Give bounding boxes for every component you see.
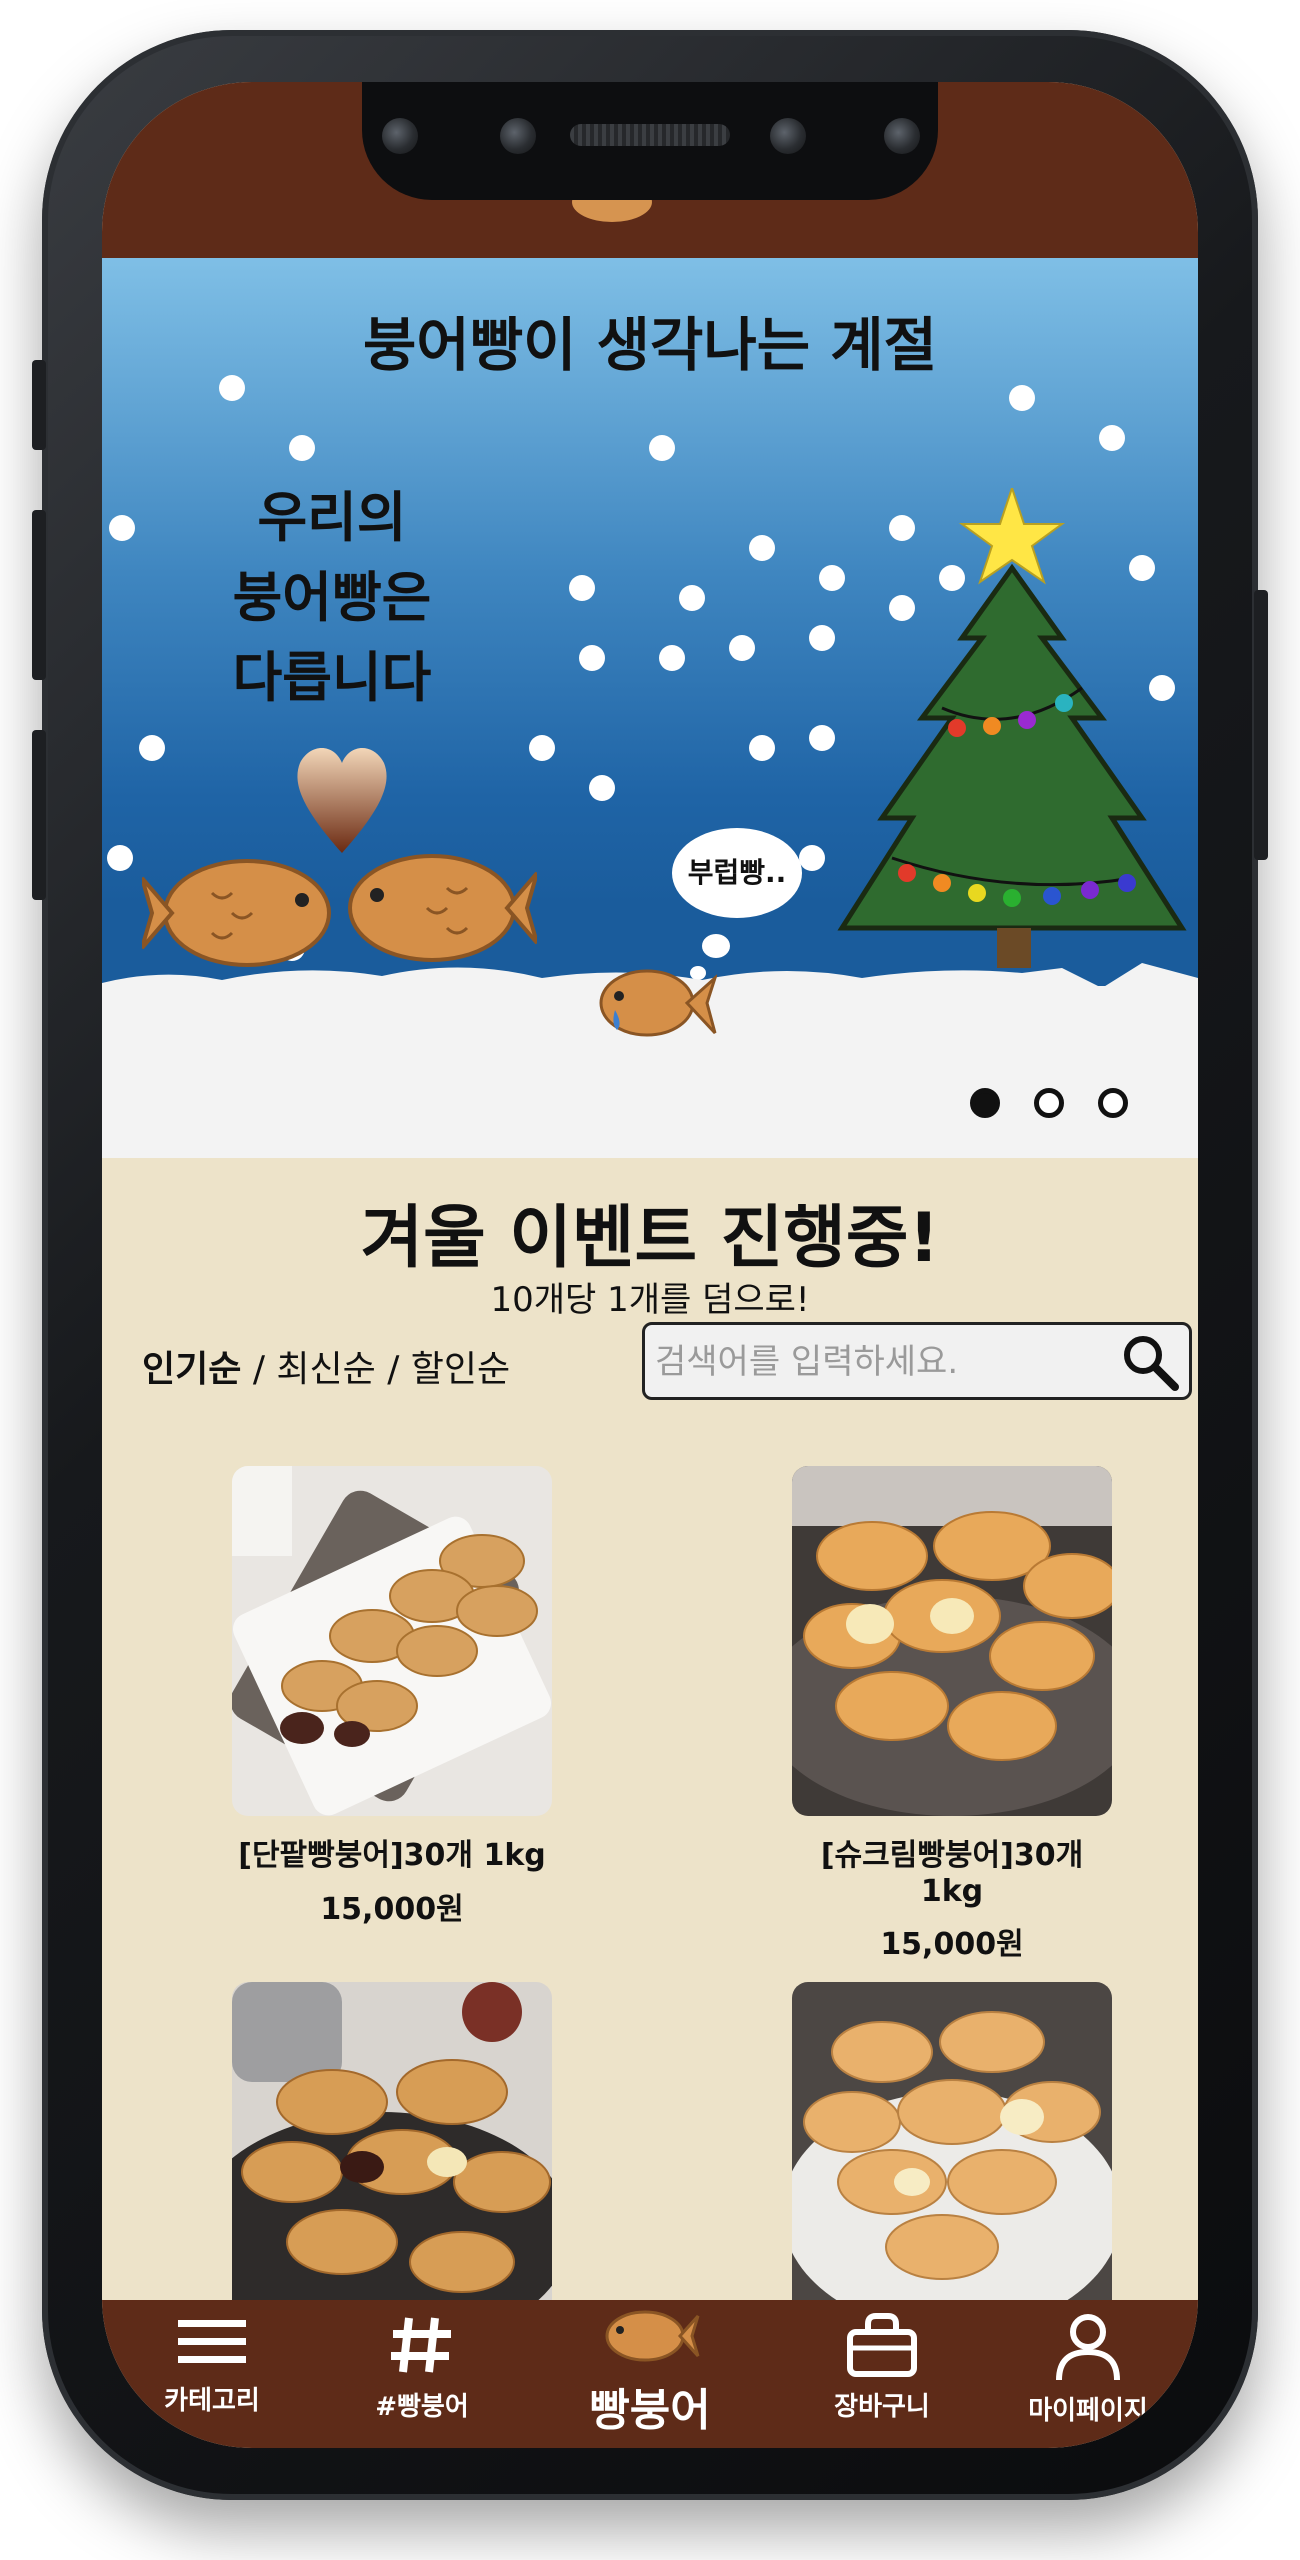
banner-slogan: 우리의 붕어빵은 다릅니다 xyxy=(232,486,432,709)
search-icon[interactable] xyxy=(1119,1331,1181,1393)
sort-discount-link[interactable]: 할인순 xyxy=(411,1349,510,1390)
bungeoppang-fish-icon xyxy=(348,854,537,962)
user-icon xyxy=(1056,2314,1120,2381)
phone-volume-down-button xyxy=(32,730,46,900)
product-price: 15,000원 xyxy=(320,1892,464,1927)
product-name[interactable]: [단팥빵붕어]30개 1kg xyxy=(232,1830,552,1874)
nav-category-button[interactable]: 카테고리 xyxy=(122,2312,302,2417)
event-subtitle: 10개당 1개를 덤으로! xyxy=(490,1280,810,1320)
product-image[interactable] xyxy=(792,1466,1112,1816)
heart-icon xyxy=(297,748,387,853)
nav-mypage-button[interactable]: 마이페이지 xyxy=(998,2312,1178,2427)
product-card[interactable]: [슈크림빵붕어]30개 1kg 15,000원 xyxy=(792,1466,1112,1963)
camera-icon xyxy=(770,118,806,154)
thought-bubble: 부럽빵.. xyxy=(672,828,802,918)
nav-cart-label: 장바구니 xyxy=(834,2392,930,2422)
banner-dot-1[interactable] xyxy=(970,1088,1000,1118)
banner-title: 붕어빵이 생각나는 계절 xyxy=(363,311,937,379)
hashtag-icon xyxy=(391,2317,451,2373)
speaker-grille xyxy=(570,124,730,146)
hamburger-menu-icon xyxy=(178,2320,246,2363)
product-name[interactable]: [슈크림빵붕어]30개 1kg xyxy=(792,1830,1112,1909)
camera-icon xyxy=(500,118,536,154)
bottom-navigation: 카테고리 #빵붕어 빵붕어 장바구니 마이페이지 xyxy=(102,2300,1198,2448)
sort-newest-link[interactable]: 최신순 xyxy=(276,1349,375,1390)
fish-logo-icon xyxy=(605,2310,700,2362)
small-fish-icon xyxy=(599,969,717,1037)
thought-bubble-dot xyxy=(702,934,730,958)
nav-hashtag-button[interactable]: #빵붕어 xyxy=(332,2312,512,2423)
banner-dot-3[interactable] xyxy=(1098,1088,1128,1118)
promo-banner[interactable]: 붕어빵이 생각나는 계절 우리의 붕어빵은 다릅니다 부럽빵.. xyxy=(102,258,1198,1158)
phone-power-button xyxy=(1254,590,1268,860)
nav-home-button[interactable]: 빵붕어 xyxy=(560,2306,740,2438)
nav-home-label: 빵붕어 xyxy=(589,2385,711,2436)
camera-icon xyxy=(382,118,418,154)
search-input[interactable] xyxy=(653,1333,1117,1391)
product-card[interactable]: [단팥빵붕어]30개 1kg 15,000원 xyxy=(232,1466,552,1928)
phone-notch xyxy=(362,82,938,200)
product-image[interactable] xyxy=(232,1982,552,2332)
phone-frame: 붕어빵이 생각나는 계절 우리의 붕어빵은 다릅니다 부럽빵.. 겨울 이벤트 … xyxy=(32,30,1268,2500)
phone-side-button xyxy=(32,360,46,450)
banner-dot-2[interactable] xyxy=(1034,1088,1064,1118)
nav-category-label: 카테고리 xyxy=(164,2386,260,2416)
event-title: 겨울 이벤트 진행중! xyxy=(360,1199,940,1278)
nav-hashtag-label: #빵붕어 xyxy=(375,2392,469,2422)
camera-icon xyxy=(884,118,920,154)
search-box xyxy=(642,1322,1192,1400)
sort-popular-link[interactable]: 인기순 xyxy=(142,1349,241,1390)
sort-separator: / xyxy=(241,1349,277,1390)
product-card[interactable] xyxy=(232,1982,552,2346)
sort-separator: / xyxy=(375,1349,411,1390)
product-image[interactable] xyxy=(792,1982,1112,2332)
nav-mypage-label: 마이페이지 xyxy=(1028,2396,1148,2426)
phone-volume-up-button xyxy=(32,510,46,680)
nav-cart-button[interactable]: 장바구니 xyxy=(792,2312,972,2423)
banner-pagination xyxy=(970,1088,1128,1118)
sort-options: 인기순 / 최신순 / 할인순 xyxy=(142,1340,510,1392)
product-card[interactable] xyxy=(792,1982,1112,2346)
shopping-bag-icon xyxy=(847,2313,917,2377)
product-image[interactable] xyxy=(232,1466,552,1816)
product-price: 15,000원 xyxy=(880,1927,1024,1962)
app-screen: 붕어빵이 생각나는 계절 우리의 붕어빵은 다릅니다 부럽빵.. 겨울 이벤트 … xyxy=(102,82,1198,2448)
christmas-tree-icon xyxy=(837,488,1187,968)
